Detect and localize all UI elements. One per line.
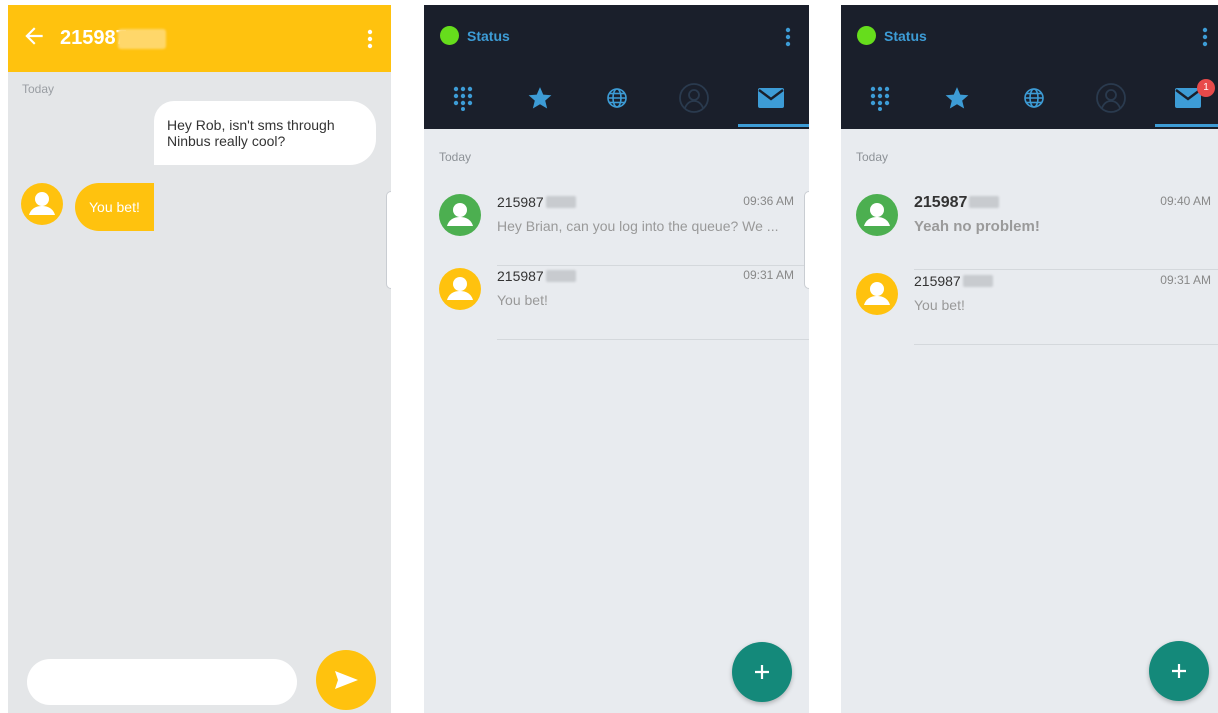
redacted-number <box>969 196 1000 208</box>
more-vert-icon[interactable] <box>785 27 791 47</box>
conversation-header: 215987 <box>8 5 391 72</box>
active-tab-indicator <box>1155 124 1218 127</box>
thread-preview: Yeah no problem! <box>914 218 1040 235</box>
thread-name: 215987 <box>497 268 576 284</box>
avatar <box>439 194 481 236</box>
tab-web[interactable] <box>578 69 655 127</box>
person-icon <box>864 282 890 305</box>
contact-avatar[interactable] <box>21 183 63 225</box>
outgoing-message: Hey Rob, isn't sms through Ninbus really… <box>154 101 376 165</box>
redacted-number <box>118 29 166 49</box>
thread-name: 215987 <box>914 273 993 289</box>
plus-icon <box>755 665 769 679</box>
avatar <box>439 268 481 310</box>
tab-web[interactable] <box>995 69 1072 127</box>
day-separator: Today <box>439 150 472 164</box>
contacts-icon <box>1095 83 1126 113</box>
person-icon <box>29 192 55 215</box>
app-bar: Status <box>424 5 809 129</box>
status-label[interactable]: Status <box>467 28 510 44</box>
person-icon <box>864 203 890 226</box>
tab-contacts[interactable] <box>655 69 732 127</box>
redacted-number <box>545 270 576 282</box>
redacted-number <box>545 196 576 208</box>
new-message-button[interactable] <box>732 642 792 702</box>
send-icon <box>335 671 358 689</box>
avatar <box>856 194 898 236</box>
redacted-number <box>962 275 993 287</box>
divider <box>914 344 1218 345</box>
thread-name: 215987 <box>497 194 576 210</box>
active-tab-indicator <box>738 124 809 127</box>
thread-preview: You bet! <box>914 297 965 313</box>
thread-preview: You bet! <box>497 292 548 308</box>
globe-icon <box>606 88 627 108</box>
more-vert-icon[interactable] <box>1202 27 1208 47</box>
tab-contacts[interactable] <box>1072 69 1149 127</box>
tab-dialpad[interactable] <box>841 69 918 127</box>
new-message-button[interactable] <box>1149 641 1209 701</box>
inbox-screen: Status Today 215987 09:36 AM Hey Brian, … <box>424 5 809 713</box>
tab-dialpad[interactable] <box>424 69 501 127</box>
status-indicator[interactable] <box>440 26 459 45</box>
divider <box>914 269 1218 270</box>
app-bar: Status 1 <box>841 5 1218 129</box>
list-item[interactable]: 215987 09:31 AM You bet! <box>424 268 809 340</box>
send-button[interactable] <box>316 650 376 710</box>
list-item[interactable]: 215987 09:31 AM You bet! <box>841 273 1218 345</box>
tab-favorites[interactable] <box>501 69 578 127</box>
star-icon <box>945 87 968 109</box>
mail-icon <box>757 88 784 108</box>
thread-time: 09:31 AM <box>743 268 794 282</box>
incoming-message: You bet! <box>75 183 154 231</box>
message-input[interactable] <box>27 659 297 705</box>
person-icon <box>447 203 473 226</box>
dialpad-icon <box>870 86 889 111</box>
thread-time: 09:36 AM <box>743 194 794 208</box>
list-item[interactable]: 215987 09:40 AM Yeah no problem! <box>841 194 1218 270</box>
conversation-screen: 215987 Today Hey Rob, isn't sms through … <box>8 5 391 713</box>
divider <box>497 265 809 266</box>
day-separator: Today <box>856 150 889 164</box>
side-drawer-handle[interactable] <box>386 191 391 289</box>
unread-badge: 1 <box>1197 79 1215 97</box>
tab-messages[interactable] <box>732 69 809 127</box>
more-vert-icon[interactable] <box>367 29 373 49</box>
arrow-left-icon[interactable] <box>21 23 47 49</box>
thread-time: 09:31 AM <box>1160 273 1211 287</box>
inbox-screen-updated: Status 1 Today 215987 09:40 AM Yeah no p… <box>841 5 1218 713</box>
conversation-title: 215987 <box>60 27 127 49</box>
tab-favorites[interactable] <box>918 69 995 127</box>
tab-messages[interactable]: 1 <box>1149 69 1218 127</box>
thread-time: 09:40 AM <box>1160 194 1211 208</box>
list-item[interactable]: 215987 09:36 AM Hey Brian, can you log i… <box>424 194 809 266</box>
globe-icon <box>1023 88 1044 108</box>
star-icon <box>528 87 551 109</box>
status-indicator[interactable] <box>857 26 876 45</box>
person-icon <box>447 277 473 300</box>
thread-name: 215987 <box>914 194 1000 212</box>
side-drawer-handle[interactable] <box>804 191 809 289</box>
dialpad-icon <box>453 86 472 111</box>
contacts-icon <box>678 83 709 113</box>
day-separator: Today <box>22 82 55 96</box>
divider <box>497 339 809 340</box>
thread-preview: Hey Brian, can you log into the queue? W… <box>497 218 779 234</box>
avatar <box>856 273 898 315</box>
plus-icon <box>1172 664 1186 678</box>
status-label[interactable]: Status <box>884 28 927 44</box>
